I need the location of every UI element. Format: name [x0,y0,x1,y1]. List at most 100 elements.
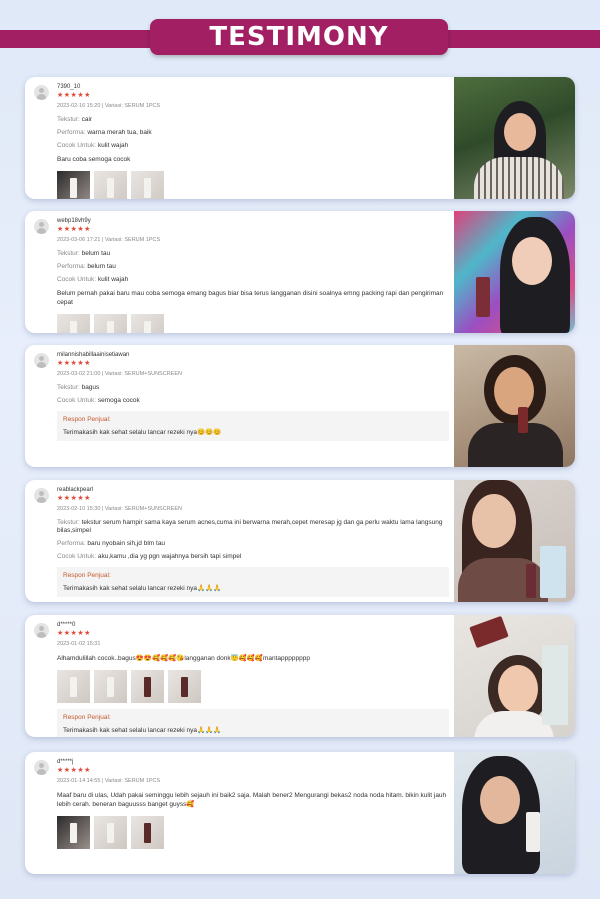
customer-photo [454,77,575,199]
attribute-value: baru nyobain sih,jd blm tau [87,540,166,547]
attribute-value: belum tau [87,263,116,270]
review-card: webp18vh9y ★★★★★ 2023-03-06 17:21 | Vari… [25,211,575,333]
review-thumbnail[interactable] [57,171,90,199]
attribute-value: tekstur serum hampir sama kaya serum acn… [57,519,443,534]
review-media [57,314,449,333]
seller-response: Respon Penjual: Terimakasih kak sehat se… [57,709,449,737]
review-card: milannishabillaainisetiawan ★★★★★ 2023-0… [25,345,575,467]
avatar-icon [34,623,49,638]
attribute-label: Cocok Untuk: [57,142,97,149]
seller-response-label: Respon Penjual: [63,416,111,423]
avatar-icon [34,488,49,503]
customer-photo [454,615,575,737]
page-title: TESTIMONY [209,22,389,52]
review-thumbnail[interactable] [94,171,127,199]
review-thumbnail[interactable] [131,816,164,849]
customer-photo [454,211,575,333]
attribute-label: Performa: [57,263,86,270]
seller-response-label: Respon Penjual: [63,572,111,579]
review-date: 2023-03-06 17:21 | Variasi: SERUM 1PCS [57,237,161,243]
review-attribute: Cocok Untuk: kulit wajah [57,142,449,150]
review-media [57,816,449,849]
review-thumbnail[interactable] [94,314,127,333]
review-attribute: Tekstur: tekstur serum hampir sama kaya … [57,519,449,535]
review-card: d*****j ★★★★★ 2023-01-14 14:55 | Variasi… [25,752,575,874]
attribute-label: Performa: [57,540,86,547]
review-thumbnail[interactable] [94,816,127,849]
attribute-value: belum tau [81,250,111,257]
review-thumbnail[interactable] [57,816,90,849]
review-card: reablackpearl ★★★★★ 2023-02-10 15:30 | V… [25,480,575,602]
attribute-label: Tekstur: [57,250,80,257]
review-text: Belum pernah pakai baru mau coba semoga … [57,290,444,306]
avatar-icon [34,219,49,234]
attribute-value: semoga cocok [97,397,140,404]
reviewer-name: webp18vh9y [57,218,91,224]
review-date: 2023-02-10 15:30 | Variasi: SERUM+SUNSCR… [57,506,182,512]
review-attribute: Performa: belum tau [57,263,449,271]
customer-photo [454,345,575,467]
reviewer-name: reablackpearl [57,487,94,493]
review-text: Baru coba semoga cocok [57,156,131,163]
review-attribute: Performa: warna merah tua, baik [57,129,449,137]
star-rating: ★★★★★ [57,91,91,99]
star-rating: ★★★★★ [57,494,91,502]
review-text: Alhamdulillah cocok..bagus😍😍🥰🥰🥰😘langgana… [57,655,310,662]
avatar-icon [34,85,49,100]
review-thumbnail[interactable] [94,670,127,703]
attribute-value: aku,kamu ,dia yg pgn wajahnya bersih tap… [97,553,242,560]
review-thumbnail[interactable] [131,314,164,333]
review-attribute: Cocok Untuk: semoga cocok [57,397,449,405]
review-media [57,670,449,703]
attribute-label: Tekstur: [57,116,80,123]
attribute-label: Tekstur: [57,519,80,526]
attribute-value: kulit wajah [97,142,129,149]
review-date: 2023-03-02 21:00 | Variasi: SERUM+SUNSCR… [57,371,182,377]
review-attribute: Cocok Untuk: kulit wajah [57,276,449,284]
star-rating: ★★★★★ [57,225,91,233]
customer-photo [454,480,575,602]
attribute-value: kulit wajah [97,276,129,283]
review-date: 2023-01-14 14:55 | Variasi: SERUM 1PCS [57,778,161,784]
seller-response-text: Terimakasih kak sehat selalu lancar reze… [63,585,222,592]
review-date: 2023-01-02 15:31 [57,641,101,647]
reviewer-name: d*****j [57,759,74,765]
attribute-label: Tekstur: [57,384,80,391]
avatar-icon [34,760,49,775]
attribute-label: Cocok Untuk: [57,553,97,560]
review-thumbnail[interactable] [57,314,90,333]
review-thumbnail[interactable] [57,670,90,703]
review-text: Maaf baru di ulas, Udah pakai seminggu l… [57,792,447,808]
review-thumbnail[interactable] [131,670,164,703]
review-attribute: Cocok Untuk: aku,kamu ,dia yg pgn wajahn… [57,553,449,561]
review-card: d*****0 ★★★★★ 2023-01-02 15:31 Alhamduli… [25,615,575,737]
review-thumbnail[interactable] [168,670,201,703]
seller-response-label: Respon Penjual: [63,714,111,721]
review-attribute: Tekstur: belum tau [57,250,449,258]
seller-response-text: Terimakasih kak sehat selalu lancar reze… [63,429,222,436]
star-rating: ★★★★★ [57,359,91,367]
review-card: 7390_10 ★★★★★ 2023-02-16 15:20 | Variasi… [25,77,575,199]
attribute-label: Cocok Untuk: [57,397,97,404]
review-attribute: Tekstur: bagus [57,384,449,392]
review-thumbnail[interactable] [131,171,164,199]
attribute-value: bagus [81,384,100,391]
attribute-label: Performa: [57,129,86,136]
reviewer-name: milannishabillaainisetiawan [57,352,130,358]
seller-response: Respon Penjual: Terimakasih kak sehat se… [57,411,449,441]
avatar-icon [34,353,49,368]
reviewer-name: 7390_10 [57,84,81,90]
review-media [57,171,449,199]
customer-photo [454,752,575,874]
review-attribute: Tekstur: cair [57,116,449,124]
star-rating: ★★★★★ [57,766,91,774]
seller-response: Respon Penjual: Terimakasih kak sehat se… [57,567,449,597]
attribute-value: cair [81,116,93,123]
seller-response-text: Terimakasih kak sehat selalu lancar reze… [63,727,222,734]
review-date: 2023-02-16 15:20 | Variasi: SERUM 1PCS [57,103,161,109]
attribute-label: Cocok Untuk: [57,276,97,283]
title-banner: TESTIMONY [150,19,448,55]
attribute-value: warna merah tua, baik [87,129,152,136]
reviewer-name: d*****0 [57,622,76,628]
review-attribute: Performa: baru nyobain sih,jd blm tau [57,540,449,548]
